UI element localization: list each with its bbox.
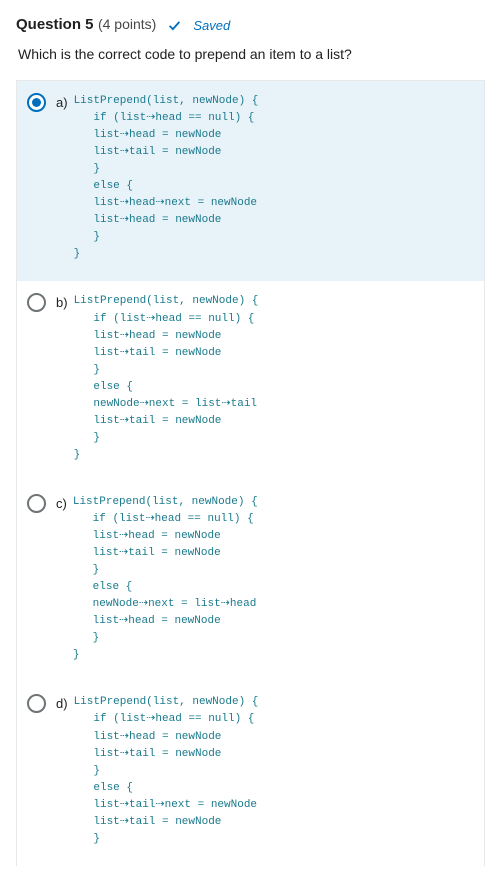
question-number: Question 5 (4 points) (16, 16, 156, 34)
question-header: Question 5 (4 points) Saved (16, 16, 485, 34)
question-number-text: Question 5 (16, 16, 94, 33)
radio-d[interactable] (27, 694, 46, 713)
radio-c[interactable] (27, 494, 46, 513)
option-label: c) (56, 496, 67, 511)
check-icon (168, 19, 181, 32)
option-code: ListPrepend(list, newNode) { if (list⇢he… (74, 694, 259, 847)
question-prompt: Which is the correct code to prepend an … (16, 46, 485, 62)
option-d[interactable]: d) ListPrepend(list, newNode) { if (list… (17, 682, 484, 865)
option-label: a) (56, 95, 68, 110)
option-label: d) (56, 696, 68, 711)
question-points: (4 points) (98, 16, 156, 32)
option-code: ListPrepend(list, newNode) { if (list⇢he… (74, 293, 259, 463)
option-code: ListPrepend(list, newNode) { if (list⇢he… (73, 494, 258, 664)
option-code: ListPrepend(list, newNode) { if (list⇢he… (74, 93, 259, 263)
option-label: b) (56, 295, 68, 310)
options-container: a) ListPrepend(list, newNode) { if (list… (16, 80, 485, 866)
option-c[interactable]: c) ListPrepend(list, newNode) { if (list… (17, 482, 484, 682)
saved-status: Saved (193, 18, 230, 33)
radio-a[interactable] (27, 93, 46, 112)
option-b[interactable]: b) ListPrepend(list, newNode) { if (list… (17, 281, 484, 481)
radio-b[interactable] (27, 293, 46, 312)
option-a[interactable]: a) ListPrepend(list, newNode) { if (list… (17, 81, 484, 281)
